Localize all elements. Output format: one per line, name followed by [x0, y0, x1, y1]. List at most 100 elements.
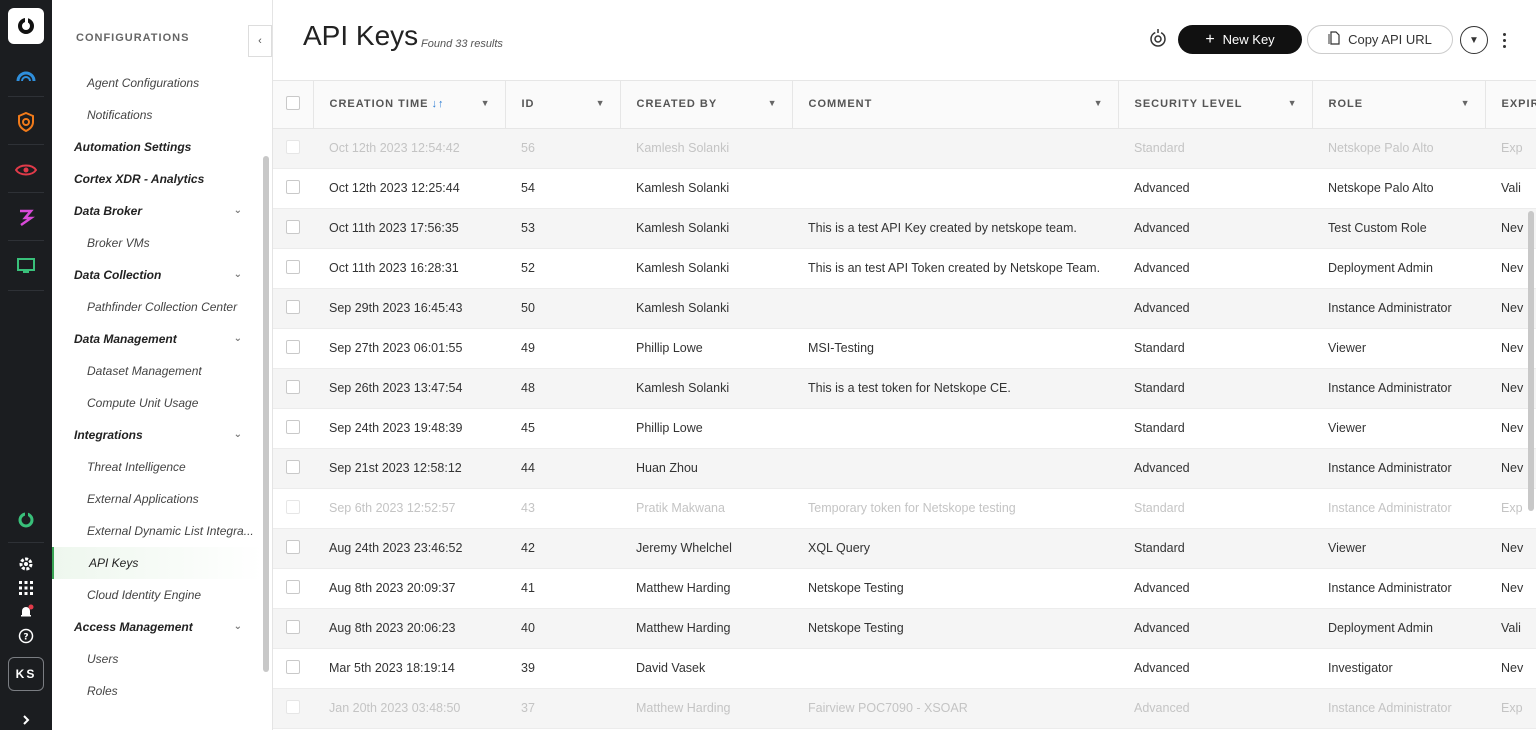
- sidebar-item-dataset-management[interactable]: Dataset Management: [52, 355, 262, 387]
- expand-chevron-icon[interactable]: [10, 704, 42, 730]
- row-checkbox[interactable]: [286, 379, 300, 394]
- sidebar-item-access-management[interactable]: Access Management ⌄: [52, 611, 262, 643]
- col-id[interactable]: ID ▼: [505, 81, 621, 129]
- chevron-down-icon[interactable]: ⌄: [234, 621, 242, 632]
- sidebar-item-users[interactable]: Users: [52, 643, 262, 675]
- chevron-down-icon[interactable]: ⌄: [234, 333, 242, 344]
- sidebar-item-automation-settings[interactable]: Automation Settings: [52, 131, 262, 163]
- table-row[interactable]: Oct 12th 2023 12:25:44 54 Kamlesh Solanki A…: [273, 168, 1536, 209]
- row-checkbox[interactable]: [286, 539, 300, 554]
- user-avatar[interactable]: KS: [8, 657, 44, 691]
- row-checkbox-cell[interactable]: [273, 368, 313, 409]
- shield-icon[interactable]: [10, 106, 42, 138]
- sidebar-item-data-management[interactable]: Data Management ⌄: [52, 323, 262, 355]
- row-checkbox-cell[interactable]: [273, 448, 313, 489]
- row-checkbox-cell[interactable]: [273, 408, 313, 449]
- row-checkbox[interactable]: [286, 179, 300, 194]
- sidebar-item-threat-intelligence[interactable]: Threat Intelligence: [52, 451, 262, 483]
- table-row[interactable]: Oct 11th 2023 17:56:35 53 Kamlesh Solanki T…: [273, 208, 1536, 249]
- chevron-down-icon[interactable]: ⌄: [234, 205, 242, 216]
- sidebar-item-notifications[interactable]: Notifications: [52, 99, 262, 131]
- sidebar-collapse-button[interactable]: ‹: [248, 25, 272, 57]
- row-checkbox[interactable]: [286, 699, 300, 714]
- automation-icon[interactable]: [10, 202, 42, 234]
- table-row[interactable]: Oct 12th 2023 12:54:42 56 Kamlesh Solanki S…: [273, 128, 1536, 169]
- chevron-down-icon[interactable]: ⌄: [234, 429, 242, 440]
- table-row[interactable]: Sep 29th 2023 16:45:43 50 Kamlesh Solanki A…: [273, 288, 1536, 329]
- row-checkbox[interactable]: [286, 139, 300, 154]
- row-checkbox-cell[interactable]: [273, 248, 313, 289]
- sidebar-item-broker-vms[interactable]: Broker VMs: [52, 227, 262, 259]
- filter-icon[interactable]: ▼: [596, 98, 606, 108]
- table-row[interactable]: Aug 8th 2023 20:09:37 41 Matthew Harding Ne…: [273, 568, 1536, 609]
- sidebar-scrollbar[interactable]: [263, 156, 269, 672]
- sort-icon[interactable]: ↓↑: [431, 98, 444, 110]
- sidebar-item-cloud-identity-engine[interactable]: Cloud Identity Engine: [52, 579, 262, 611]
- help-icon[interactable]: ?: [10, 620, 42, 652]
- sidebar-item-compute-unit-usage[interactable]: Compute Unit Usage: [52, 387, 262, 419]
- filter-icon[interactable]: ▼: [768, 98, 778, 108]
- row-checkbox[interactable]: [286, 419, 300, 434]
- table-row[interactable]: Sep 24th 2023 19:48:39 45 Phillip Lowe Stan…: [273, 408, 1536, 449]
- row-checkbox-cell[interactable]: [273, 488, 313, 529]
- select-all-checkbox-cell[interactable]: [273, 81, 314, 129]
- col-security-level[interactable]: SECURITY LEVEL ▼: [1118, 81, 1313, 129]
- row-checkbox-cell[interactable]: [273, 328, 313, 369]
- row-checkbox[interactable]: [286, 619, 300, 634]
- eye-icon[interactable]: [10, 154, 42, 186]
- row-checkbox-cell[interactable]: [273, 128, 313, 169]
- sidebar-item-data-broker[interactable]: Data Broker ⌄: [52, 195, 262, 227]
- sidebar-item-external-applications[interactable]: External Applications: [52, 483, 262, 515]
- col-comment[interactable]: COMMENT ▼: [792, 81, 1119, 129]
- row-checkbox-cell[interactable]: [273, 208, 313, 249]
- table-row[interactable]: Aug 24th 2023 23:46:52 42 Jeremy Whelchel X…: [273, 528, 1536, 569]
- select-all-checkbox[interactable]: [286, 95, 300, 110]
- filter-icon[interactable]: ▼: [1288, 98, 1298, 108]
- sidebar-item-integrations[interactable]: Integrations ⌄: [52, 419, 262, 451]
- row-checkbox-cell[interactable]: [273, 688, 313, 729]
- row-checkbox-cell[interactable]: [273, 648, 313, 689]
- col-creation-time[interactable]: CREATION TIME ↓↑ ▼: [313, 81, 506, 129]
- sidebar-item-api-keys[interactable]: API Keys: [52, 547, 262, 579]
- monitor-icon[interactable]: [10, 250, 42, 282]
- refresh-icon[interactable]: [1147, 28, 1169, 50]
- table-row[interactable]: Sep 6th 2023 12:52:57 43 Pratik Makwana Tem…: [273, 488, 1536, 529]
- filter-icon[interactable]: ▼: [481, 98, 491, 108]
- filter-dropdown-button[interactable]: ▼: [1460, 26, 1488, 54]
- sidebar-item-agent-configurations[interactable]: Agent Configurations: [52, 67, 262, 99]
- filter-icon[interactable]: ▼: [1461, 98, 1471, 108]
- copy-api-url-button[interactable]: Copy API URL: [1307, 25, 1453, 54]
- new-key-button[interactable]: + New Key: [1178, 25, 1302, 54]
- sidebar-item-cortex-xdr-analytics[interactable]: Cortex XDR - Analytics: [52, 163, 262, 195]
- table-row[interactable]: Sep 21st 2023 12:58:12 44 Huan Zhou Advance…: [273, 448, 1536, 489]
- row-checkbox[interactable]: [286, 579, 300, 594]
- sidebar-item-pathfinder-collection-center[interactable]: Pathfinder Collection Center: [52, 291, 262, 323]
- table-row[interactable]: Jan 20th 2023 03:48:50 37 Matthew Harding F…: [273, 688, 1536, 729]
- row-checkbox[interactable]: [286, 499, 300, 514]
- row-checkbox-cell[interactable]: [273, 168, 313, 209]
- filter-icon[interactable]: ▼: [1094, 98, 1104, 108]
- cortex-ring-icon[interactable]: [10, 504, 42, 536]
- table-row[interactable]: Sep 26th 2023 13:47:54 48 Kamlesh Solanki T…: [273, 368, 1536, 409]
- row-checkbox-cell[interactable]: [273, 288, 313, 329]
- sidebar-item-data-collection[interactable]: Data Collection ⌄: [52, 259, 262, 291]
- row-checkbox[interactable]: [286, 659, 300, 674]
- row-checkbox-cell[interactable]: [273, 568, 313, 609]
- col-role[interactable]: ROLE ▼: [1312, 81, 1486, 129]
- table-row[interactable]: Sep 27th 2023 06:01:55 49 Phillip Lowe MSI-…: [273, 328, 1536, 369]
- cortex-logo-icon[interactable]: [8, 8, 44, 44]
- row-checkbox[interactable]: [286, 339, 300, 354]
- row-checkbox-cell[interactable]: [273, 608, 313, 649]
- row-checkbox[interactable]: [286, 459, 300, 474]
- table-row[interactable]: Aug 8th 2023 20:06:23 40 Matthew Harding Ne…: [273, 608, 1536, 649]
- table-row[interactable]: Mar 5th 2023 18:19:14 39 David Vasek Advanc…: [273, 648, 1536, 689]
- table-row[interactable]: Oct 11th 2023 16:28:31 52 Kamlesh Solanki T…: [273, 248, 1536, 289]
- table-scrollbar[interactable]: [1528, 211, 1534, 511]
- sidebar-item-roles[interactable]: Roles: [52, 675, 262, 707]
- dashboard-gauge-icon[interactable]: [10, 60, 42, 92]
- col-created-by[interactable]: CREATED BY ▼: [620, 81, 793, 129]
- chevron-down-icon[interactable]: ⌄: [234, 269, 242, 280]
- row-checkbox-cell[interactable]: [273, 528, 313, 569]
- sidebar-item-external-dynamic-list-integra[interactable]: External Dynamic List Integra...: [52, 515, 262, 547]
- row-checkbox[interactable]: [286, 299, 300, 314]
